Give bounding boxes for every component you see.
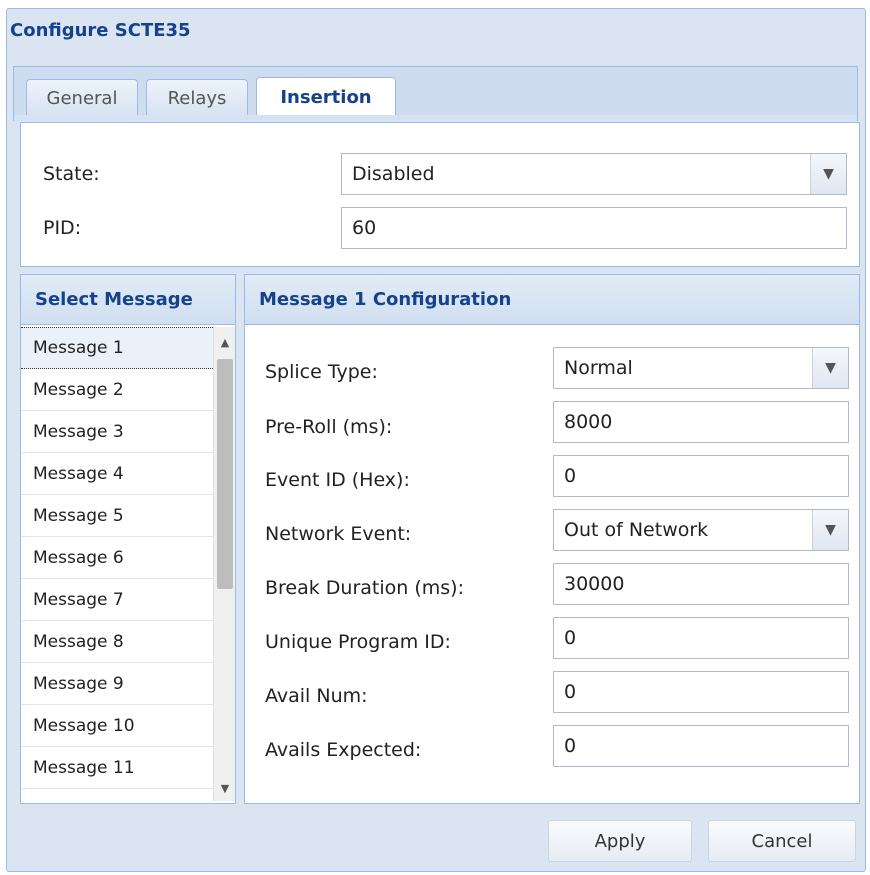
unique-program-id-value: 0 — [564, 627, 577, 649]
scrollbar-thumb[interactable] — [217, 359, 233, 589]
scroll-up-arrow-icon[interactable]: ▲ — [214, 331, 236, 353]
state-label: State: — [43, 163, 100, 185]
avail-num-label: Avail Num: — [265, 685, 368, 707]
select-message-panel: Select Message Message 1 Message 2 Messa… — [20, 274, 236, 804]
break-duration-label: Break Duration (ms): — [265, 577, 464, 599]
list-item[interactable]: Message 1 — [21, 327, 213, 369]
list-item[interactable]: Message 4 — [21, 453, 213, 495]
state-select-value: Disabled — [352, 163, 435, 185]
list-item[interactable]: Message 6 — [21, 537, 213, 579]
list-item[interactable]: Message 3 — [21, 411, 213, 453]
avails-expected-value: 0 — [564, 735, 577, 757]
list-item[interactable]: Message 8 — [21, 621, 213, 663]
dialog-title: Configure SCTE35 — [10, 20, 191, 41]
network-event-value: Out of Network — [564, 519, 709, 541]
unique-program-id-label: Unique Program ID: — [265, 631, 451, 653]
list-item[interactable]: Message 10 — [21, 705, 213, 747]
chevron-down-icon[interactable]: ▼ — [812, 510, 848, 550]
select-message-header: Select Message — [21, 275, 235, 325]
message-configuration-panel: Message 1 Configuration Splice Type: Nor… — [244, 274, 860, 804]
avails-expected-input[interactable]: 0 — [553, 725, 849, 767]
list-item[interactable]: Message 5 — [21, 495, 213, 537]
network-event-label: Network Event: — [265, 523, 412, 545]
state-select[interactable]: Disabled ▼ — [341, 153, 847, 195]
scroll-down-arrow-icon[interactable]: ▼ — [214, 777, 236, 799]
tab-bar: General Relays Insertion — [13, 66, 858, 117]
splice-type-value: Normal — [564, 357, 633, 379]
network-event-select[interactable]: Out of Network ▼ — [553, 509, 849, 551]
pre-roll-label: Pre-Roll (ms): — [265, 416, 393, 438]
pid-input-value: 60 — [352, 217, 377, 239]
chevron-down-icon[interactable]: ▼ — [810, 154, 846, 194]
splice-type-select[interactable]: Normal ▼ — [553, 347, 849, 389]
event-id-input[interactable]: 0 — [553, 455, 849, 497]
pid-label: PID: — [43, 217, 82, 239]
break-duration-input[interactable]: 30000 — [553, 563, 849, 605]
tab-general[interactable]: General — [26, 79, 138, 117]
list-item[interactable]: Message 9 — [21, 663, 213, 705]
avails-expected-label: Avails Expected: — [265, 739, 422, 761]
tab-strip-divider — [13, 115, 858, 121]
break-duration-value: 30000 — [564, 573, 625, 595]
apply-button[interactable]: Apply — [548, 820, 692, 862]
tab-insertion[interactable]: Insertion — [256, 77, 396, 117]
avail-num-value: 0 — [564, 681, 577, 703]
list-item[interactable]: Message 7 — [21, 579, 213, 621]
list-item[interactable]: Message 2 — [21, 369, 213, 411]
splice-type-label: Splice Type: — [265, 361, 378, 383]
message-list-scrollbar[interactable]: ▲ ▼ — [213, 327, 235, 801]
message-list: Message 1 Message 2 Message 3 Message 4 … — [21, 327, 213, 797]
event-id-value: 0 — [564, 465, 577, 487]
message-configuration-header: Message 1 Configuration — [245, 275, 859, 325]
cancel-button[interactable]: Cancel — [708, 820, 856, 862]
list-item[interactable]: Message 11 — [21, 747, 213, 789]
avail-num-input[interactable]: 0 — [553, 671, 849, 713]
general-settings-panel: State: Disabled ▼ PID: 60 — [20, 122, 860, 267]
pid-input[interactable]: 60 — [341, 207, 847, 249]
unique-program-id-input[interactable]: 0 — [553, 617, 849, 659]
event-id-label: Event ID (Hex): — [265, 469, 410, 491]
chevron-down-icon[interactable]: ▼ — [812, 348, 848, 388]
message-area: Select Message Message 1 Message 2 Messa… — [20, 274, 860, 804]
pre-roll-input[interactable]: 8000 — [553, 401, 849, 443]
tab-relays[interactable]: Relays — [146, 79, 248, 117]
pre-roll-value: 8000 — [564, 411, 613, 433]
